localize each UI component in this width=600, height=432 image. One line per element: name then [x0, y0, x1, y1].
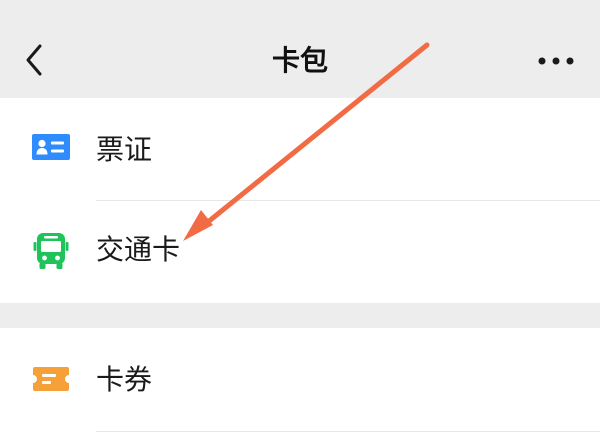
list-item-label: 票证	[96, 133, 153, 166]
coupon-ticket-icon	[33, 367, 69, 391]
bus-icon	[33, 233, 69, 269]
more-button[interactable]	[532, 44, 580, 78]
nav-bar: 卡包	[0, 0, 600, 98]
list-item-tickets[interactable]: 票证	[0, 98, 600, 200]
id-card-icon	[32, 134, 70, 160]
page-title: 卡包	[271, 44, 328, 77]
list-item-label: 交通卡	[96, 233, 181, 266]
coupon-list-group: 卡券	[0, 328, 600, 432]
card-list-group: 票证 交通卡	[0, 98, 600, 303]
list-item-transit-card[interactable]: 交通卡	[0, 201, 600, 303]
list-item-coupons[interactable]: 卡券	[0, 328, 600, 430]
list-item-label: 卡券	[96, 363, 153, 396]
more-horizontal-icon	[538, 57, 574, 65]
